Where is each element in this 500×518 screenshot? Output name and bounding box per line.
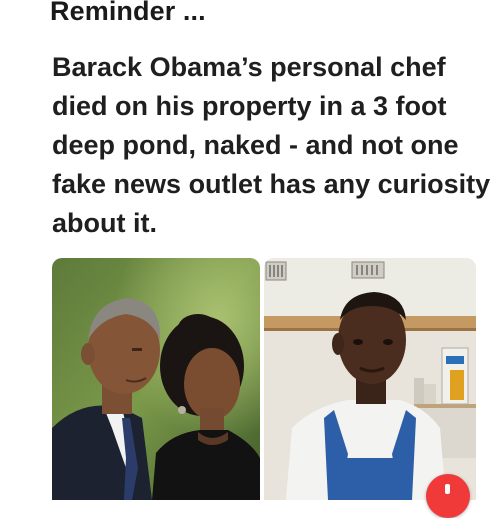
couple-photo[interactable] — [52, 258, 260, 500]
record-icon — [445, 484, 450, 494]
couple-photo-image — [52, 258, 260, 500]
chef-photo-image — [264, 258, 476, 500]
chef-photo[interactable] — [264, 258, 476, 500]
photo-row — [52, 258, 476, 500]
post-body-text: Barack Obama’s personal chef died on his… — [52, 52, 491, 238]
post-heading: Reminder ... — [50, 0, 206, 26]
record-button[interactable] — [426, 474, 470, 518]
